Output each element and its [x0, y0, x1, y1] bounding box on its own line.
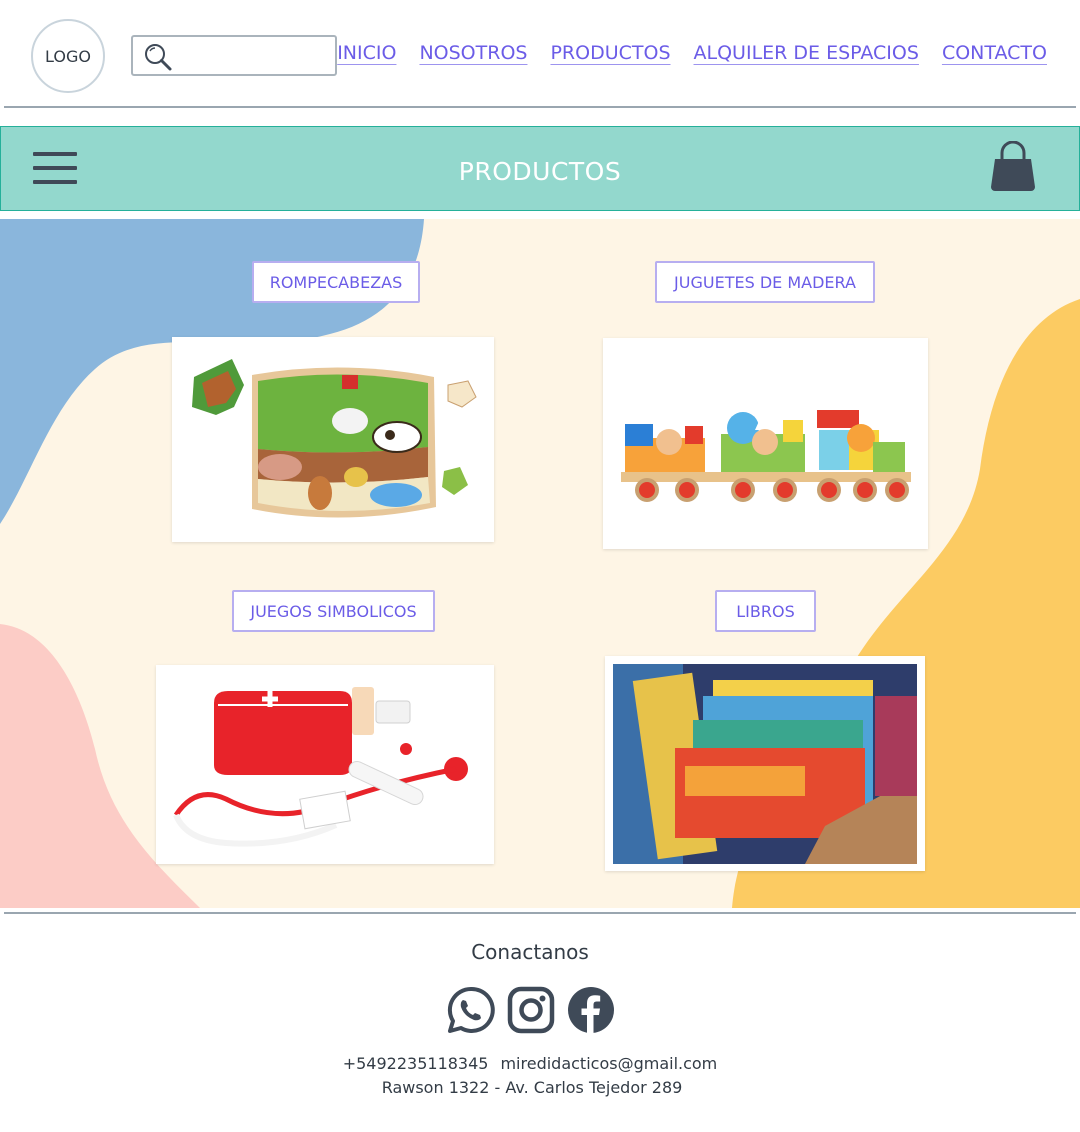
header-divider — [4, 106, 1076, 108]
address: Rawson 1322 - Av. Carlos Tejedor 289 — [381, 1078, 683, 1097]
nav-nosotros[interactable]: NOSOTROS — [419, 42, 527, 64]
shopping-bag-icon[interactable] — [988, 141, 1038, 193]
nav-contacto[interactable]: CONTACTO — [942, 42, 1047, 64]
libros-image[interactable] — [605, 656, 925, 871]
products-section: ROMPECABEZAS JUGUETES DE MADERA JUEGOS S… — [0, 219, 1080, 908]
email-address[interactable]: miredidacticos@gmail.com — [500, 1054, 717, 1073]
site-header: LOGO INICIO NOSOTROS PRODUCTOS ALQUILER … — [0, 0, 1080, 108]
nav-alquiler-de-espacios[interactable]: ALQUILER DE ESPACIOS — [694, 42, 919, 64]
nav-inicio[interactable]: INICIO — [337, 42, 396, 64]
search-box[interactable] — [131, 35, 337, 76]
logo[interactable]: LOGO — [31, 19, 105, 93]
contact-title: Conactanos — [471, 940, 589, 964]
main-nav: INICIO NOSOTROS PRODUCTOS ALQUILER DE ES… — [337, 42, 1047, 64]
page-title: PRODUCTOS — [458, 157, 622, 186]
logo-text: LOGO — [45, 46, 91, 66]
social-links — [446, 985, 616, 1035]
category-rompecabezas-button[interactable]: ROMPECABEZAS — [252, 261, 420, 303]
nav-productos[interactable]: PRODUCTOS — [550, 42, 670, 64]
instagram-icon[interactable] — [506, 985, 556, 1035]
juguetes-de-madera-image[interactable] — [603, 338, 928, 549]
rompecabezas-image[interactable] — [172, 337, 494, 542]
juegos-simbolicos-image[interactable] — [156, 665, 494, 864]
whatsapp-icon[interactable] — [446, 985, 496, 1035]
category-juegos-simbolicos-button[interactable]: JUEGOS SIMBOLICOS — [232, 590, 435, 632]
category-juguetes-de-madera-button[interactable]: JUGUETES DE MADERA — [655, 261, 875, 303]
footer-divider — [4, 912, 1076, 914]
contact-info: +5492235118345 miredidacticos@gmail.com — [0, 1054, 1060, 1073]
section-band: PRODUCTOS — [0, 126, 1080, 211]
search-input[interactable] — [177, 41, 327, 70]
search-icon[interactable] — [143, 42, 173, 72]
phone-number[interactable]: +5492235118345 — [343, 1054, 489, 1073]
facebook-icon[interactable] — [566, 985, 616, 1035]
category-libros-button[interactable]: LIBROS — [715, 590, 816, 632]
